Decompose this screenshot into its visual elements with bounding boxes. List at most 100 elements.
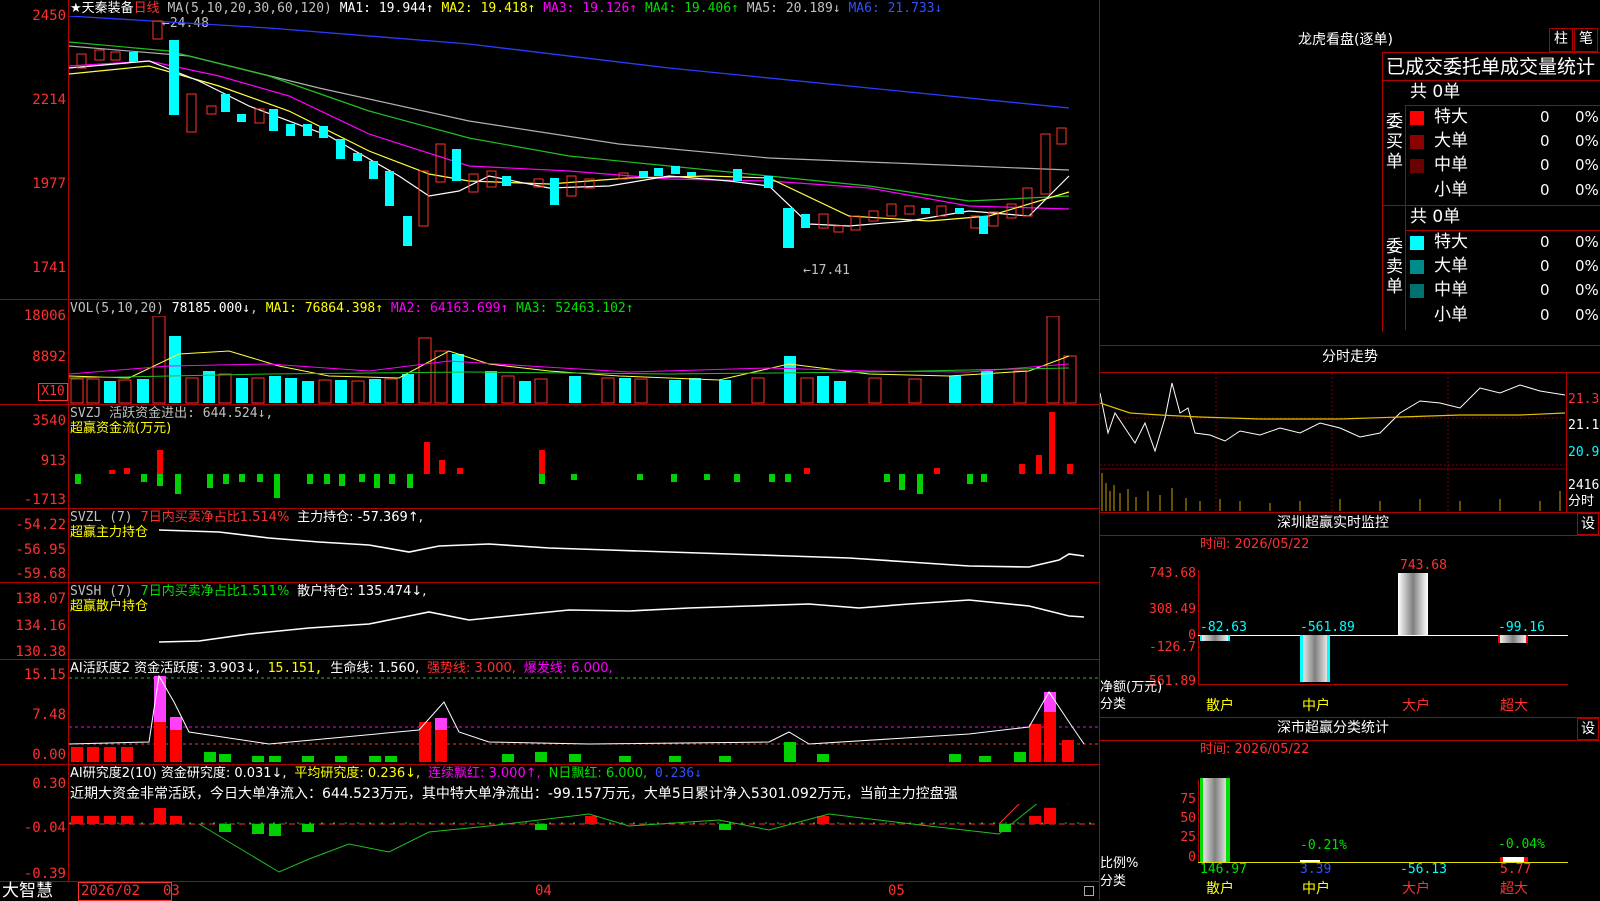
divider xyxy=(1198,684,1568,685)
sell-total: 共 0单 xyxy=(1410,207,1461,227)
price-tick: 2450 xyxy=(32,8,66,24)
classify-value: 3.39 xyxy=(1300,862,1332,877)
m-sell-swatch xyxy=(1410,284,1424,298)
research-tick: -0.04 xyxy=(23,820,66,836)
ai-active-chart: ↓ xyxy=(69,674,1099,762)
monitor-tick: 308.49 xyxy=(1149,602,1196,617)
row-value: 0 xyxy=(1540,132,1550,150)
row-pct: 0% xyxy=(1575,257,1599,275)
month-label: 04 xyxy=(535,883,552,899)
intraday-vol-max: 2416 xyxy=(1568,478,1600,493)
brand-logo: 大智慧 xyxy=(2,881,53,901)
divider xyxy=(0,764,1099,765)
bar-mode-button[interactable]: 柱 xyxy=(1549,28,1573,52)
classify-title: 深市超赢分类统计 xyxy=(1277,720,1389,736)
monitor-tick: -126.7 xyxy=(1149,640,1196,655)
classify-cat: 大户 xyxy=(1402,881,1430,897)
classify-tick: 0 xyxy=(1188,850,1196,865)
ai-research-header: AI研究度2(10) 资金研究度: 0.031↓, 平均研究度: 0.236↓,… xyxy=(70,766,702,781)
classify-value: -56.13 xyxy=(1400,862,1447,877)
vol-unit-badge[interactable]: X10 xyxy=(38,383,68,401)
monitor-cat: 大户 xyxy=(1402,698,1430,714)
classify-small: -0.21% xyxy=(1300,838,1347,853)
intraday-tick: 21.31 xyxy=(1568,392,1600,407)
divider xyxy=(1382,205,1600,206)
row-pct: 0% xyxy=(1575,233,1599,251)
dragon-header: 已成交委托单成交量统计 xyxy=(1386,56,1596,78)
ai-comment: 近期大资金非常活跃，今日大单净流入：644.523万元，其中特大单净流出：-99… xyxy=(70,786,958,802)
divider xyxy=(1099,345,1600,346)
divider xyxy=(0,299,1099,300)
divider xyxy=(1099,512,1600,513)
buy-side-label: 委买单 xyxy=(1386,112,1403,172)
row-pct: 0% xyxy=(1575,132,1599,150)
price-tick: 2214 xyxy=(32,92,66,108)
divider xyxy=(0,508,1099,509)
row-name: 中单 xyxy=(1434,280,1468,300)
ai-active-tick: 7.48 xyxy=(32,707,66,723)
price-header: ★天秦装备日线 MA(5,10,20,30,60,120) MA1: 19.94… xyxy=(70,1,942,16)
ai-research-chart xyxy=(69,804,1099,873)
divider xyxy=(1382,80,1600,81)
price-tick: 1977 xyxy=(32,176,66,192)
classify-value: 146.97 xyxy=(1200,862,1247,877)
vol-value: 78185.000↓ xyxy=(171,301,251,316)
svsh-tick: 134.16 xyxy=(15,618,66,634)
vol-label: VOL(5,10,20) xyxy=(70,301,164,316)
avg-research: 平均研究度: 0.236↓, xyxy=(294,766,421,781)
volume-bars xyxy=(69,316,1077,404)
monitor-time: 时间: 2026/05/22 xyxy=(1200,537,1310,552)
monitor-settings-button[interactable]: 设 xyxy=(1577,513,1599,535)
row-pct: 0% xyxy=(1575,156,1599,174)
row-pct: 0% xyxy=(1575,306,1599,324)
intraday-title: 分时走势 xyxy=(1322,349,1378,365)
l-buy-swatch xyxy=(1410,135,1424,149)
classify-tick: 50 xyxy=(1180,811,1196,826)
classify-settings-button[interactable]: 设 xyxy=(1577,718,1599,740)
row-name: 大单 xyxy=(1434,256,1468,276)
intraday-vol-label: 分时 xyxy=(1568,494,1595,509)
ma2-value: MA2: 19.418↑ xyxy=(441,1,536,16)
m-buy-swatch xyxy=(1410,159,1424,173)
ai-active-tick: 15.15 xyxy=(23,667,66,683)
lock-icon[interactable] xyxy=(1084,886,1094,896)
main-hold-line xyxy=(158,529,1085,568)
monitor-cat: 中户 xyxy=(1302,698,1330,714)
period-label[interactable]: 日线 xyxy=(134,1,160,16)
vol-header: VOL(5,10,20) 78185.000↓, MA1: 76864.398↑… xyxy=(70,301,634,316)
ai-active-tick: 0.00 xyxy=(32,747,66,763)
intraday-tick: 20.97 xyxy=(1568,445,1600,460)
date-label: 2026/02 xyxy=(81,883,141,899)
divider xyxy=(1099,740,1600,741)
stock-name[interactable]: ★天秦装备 xyxy=(70,1,134,16)
row-name: 特大 xyxy=(1434,107,1468,127)
l-sell-swatch xyxy=(1410,260,1424,274)
classify-pct-label: 比例% xyxy=(1100,856,1139,871)
monitor-value: -561.89 xyxy=(1300,620,1355,635)
monitor-title: 深圳超赢实时监控 xyxy=(1277,515,1389,531)
classify-tick: 25 xyxy=(1180,830,1196,845)
nday-red: N日飘红: 6.000, xyxy=(548,766,648,781)
tick-mode-button[interactable]: 笔 xyxy=(1574,28,1598,52)
divider xyxy=(0,659,1099,660)
divider xyxy=(0,582,1099,583)
monitor-cat: 超大 xyxy=(1500,698,1528,714)
date-box[interactable]: 2026/02 xyxy=(78,882,172,901)
candlestick-chart[interactable] xyxy=(69,16,1099,299)
row-name: 小单 xyxy=(1434,305,1468,325)
xl-sell-swatch xyxy=(1410,236,1424,250)
research-label: AI研究度2(10) 资金研究度: 0.031↓, xyxy=(70,766,287,781)
intraday-chart[interactable] xyxy=(1100,373,1565,511)
buy-total: 共 0单 xyxy=(1410,82,1461,102)
row-value: 0 xyxy=(1540,306,1550,324)
classify-time: 时间: 2026/05/22 xyxy=(1200,742,1310,757)
monitor-cat: 散户 xyxy=(1206,698,1234,714)
classify-tick: 75 xyxy=(1180,792,1196,807)
price-tick: 1741 xyxy=(32,260,66,276)
ma6-value: MA6: 21.733↓ xyxy=(848,1,943,16)
row-pct: 0% xyxy=(1575,108,1599,126)
monitor-value: 743.68 xyxy=(1400,558,1447,573)
cont-red: 连续飘红: 3.000↑, xyxy=(428,766,541,781)
classify-cat: 散户 xyxy=(1206,881,1234,897)
classify-small: -0.04% xyxy=(1498,837,1545,852)
